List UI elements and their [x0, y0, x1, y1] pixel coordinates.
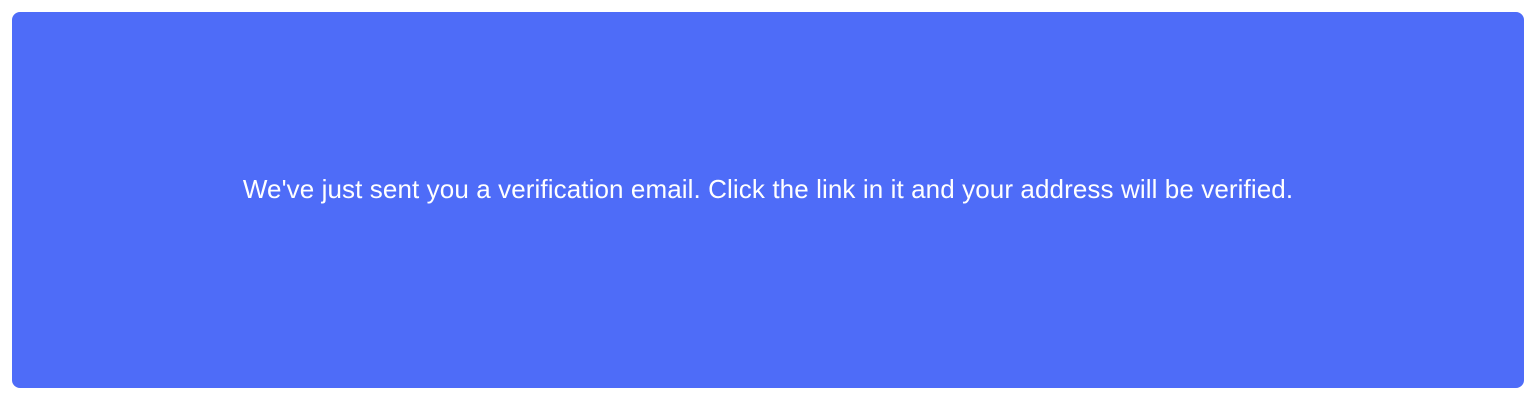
verification-message: We've just sent you a verification email…	[242, 173, 1294, 204]
verification-notice-banner: We've just sent you a verification email…	[12, 12, 1524, 388]
